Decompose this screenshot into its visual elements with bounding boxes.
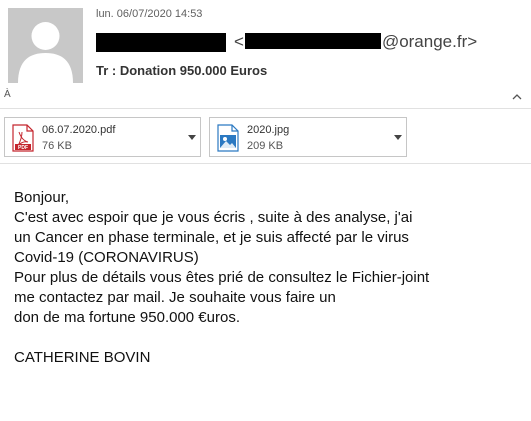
attachment-name: 06.07.2020.pdf: [42, 124, 116, 136]
attachments-divider: [0, 163, 531, 164]
chevron-up-icon[interactable]: [511, 91, 523, 103]
sent-date: lun. 06/07/2020 14:53: [96, 8, 203, 20]
attachment-image[interactable]: 2020.jpg 209 KB: [209, 117, 407, 157]
person-silhouette-icon: [18, 22, 73, 83]
message-subject: Tr : Donation 950.000 Euros: [96, 63, 268, 78]
attachment-size: 209 KB: [247, 140, 284, 152]
redacted-email-local: [244, 33, 381, 49]
body-line: Bonjour,: [14, 189, 70, 206]
email-open-bracket: <: [234, 32, 244, 51]
attachment-name: 2020.jpg: [247, 124, 290, 136]
email-domain: @orange.fr>: [381, 32, 478, 51]
header-divider: [0, 108, 531, 109]
redacted-sender-name: [96, 33, 226, 52]
body-line: me contactez par mail. Je souhaite vous …: [14, 289, 336, 306]
body-line: un Cancer en phase terminale, et je suis…: [14, 229, 409, 246]
attachment-size: 76 KB: [42, 140, 72, 152]
message-body: Bonjour, C'est avec espoir que je vous é…: [14, 188, 519, 368]
signature: CATHERINE BOVIN: [14, 349, 151, 366]
body-line: C'est avec espoir que je vous écris , su…: [14, 209, 413, 226]
body-line: don de ma fortune 950.000 €uros.: [14, 309, 240, 326]
body-line: Covid-19 (CORONAVIRUS): [14, 249, 199, 266]
dropdown-arrow-icon[interactable]: [394, 135, 402, 140]
attachment-pdf[interactable]: PDF 06.07.2020.pdf 76 KB: [4, 117, 201, 157]
pdf-file-icon: PDF: [12, 124, 34, 152]
dropdown-arrow-icon[interactable]: [188, 135, 196, 140]
image-file-icon: [217, 124, 239, 152]
message-header: lun. 06/07/2020 14:53 < @orange.fr> Tr : …: [0, 0, 531, 165]
body-line: Pour plus de détails vous êtes prié de c…: [14, 269, 430, 286]
body-line: [14, 328, 519, 348]
to-label: À: [4, 89, 11, 100]
sender-avatar[interactable]: [8, 8, 83, 83]
pdf-badge-label: PDF: [18, 145, 28, 151]
sender-email[interactable]: < @orange.fr>: [234, 32, 477, 52]
